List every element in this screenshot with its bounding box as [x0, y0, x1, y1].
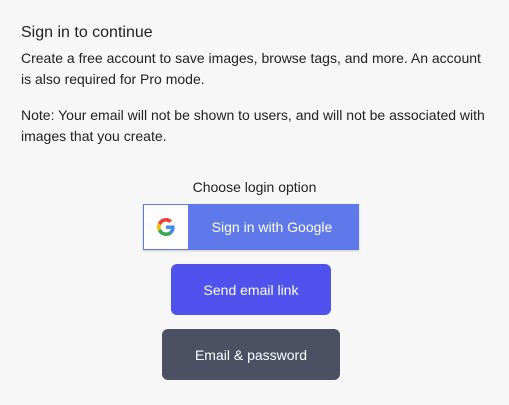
sign-in-with-google-button[interactable]: Sign in with Google	[143, 204, 359, 250]
google-icon	[144, 205, 188, 249]
description-text: Create a free account to save images, br…	[21, 50, 481, 87]
login-option-prompt: Choose login option	[192, 179, 317, 195]
page-title: Sign in to continue	[21, 24, 153, 41]
email-password-button[interactable]: Email & password	[162, 329, 340, 380]
privacy-note: Note: Your email will not be shown to us…	[21, 107, 485, 144]
send-email-link-button[interactable]: Send email link	[171, 264, 331, 315]
google-button-label: Sign in with Google	[211, 219, 333, 235]
signin-panel: Sign in to continue Create a free accoun…	[21, 22, 491, 147]
